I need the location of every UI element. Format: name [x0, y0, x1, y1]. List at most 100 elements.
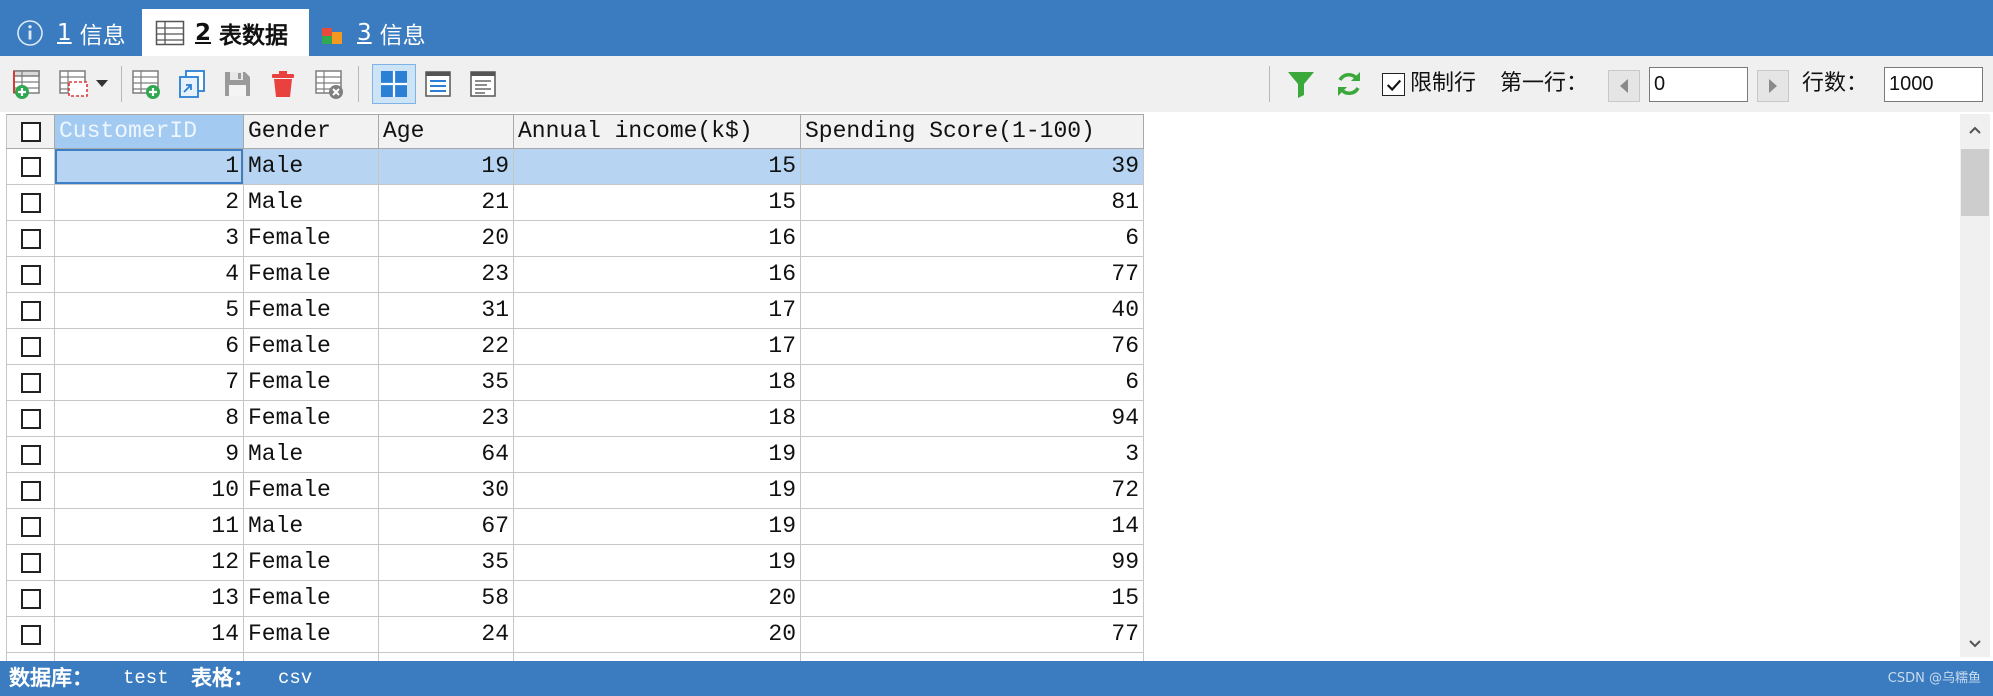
- first-row-decrement-button[interactable]: [1608, 70, 1640, 102]
- table-cell-age[interactable]: 67: [379, 509, 514, 545]
- table-cell-spending-score-1-100[interactable]: 72: [801, 473, 1144, 509]
- table-cell-spending-score-1-100[interactable]: 6: [801, 365, 1144, 401]
- row-checkbox[interactable]: [20, 336, 41, 357]
- table-row[interactable]: 14 Female 24 20 77: [6, 617, 1144, 653]
- delete-button[interactable]: [266, 67, 300, 101]
- table-cell-spending-score-1-100[interactable]: 81: [801, 185, 1144, 221]
- scroll-up-icon[interactable]: [1967, 122, 1983, 138]
- table-cell-spending-score-1-100[interactable]: 39: [801, 149, 1144, 185]
- row-checkbox[interactable]: [20, 156, 41, 177]
- table-cell-spending-score-1-100[interactable]: 3: [801, 437, 1144, 473]
- table-cell-gender[interactable]: Male: [244, 509, 379, 545]
- table-row[interactable]: 8 Female 23 18 94: [6, 401, 1144, 437]
- table-cell-gender[interactable]: [244, 653, 379, 661]
- table-cell-annual-income-k[interactable]: 19: [514, 437, 801, 473]
- table-cell-customerid[interactable]: 13: [55, 581, 244, 617]
- table-cell-annual-income-k[interactable]: 20: [514, 581, 801, 617]
- table-cell-annual-income-k[interactable]: 15: [514, 149, 801, 185]
- table-row[interactable]: 13 Female 58 20 15: [6, 581, 1144, 617]
- table-cell-customerid[interactable]: 12: [55, 545, 244, 581]
- row-checkbox[interactable]: [20, 228, 41, 249]
- table-cell-customerid[interactable]: [55, 653, 244, 661]
- row-checkbox[interactable]: [20, 192, 41, 213]
- row-checkbox[interactable]: [20, 372, 41, 393]
- row-checkbox[interactable]: [20, 552, 41, 573]
- table-cell-age[interactable]: 22: [379, 329, 514, 365]
- table-row[interactable]: 3 Female 20 16 6: [6, 221, 1144, 257]
- table-cell-age[interactable]: 30: [379, 473, 514, 509]
- row-checkbox[interactable]: [20, 264, 41, 285]
- table-row[interactable]: 7 Female 35 18 6: [6, 365, 1144, 401]
- row-count-input[interactable]: [1884, 67, 1983, 102]
- table-cell-annual-income-k[interactable]: [514, 653, 801, 661]
- table-cell-gender[interactable]: Female: [244, 401, 379, 437]
- table-row[interactable]: 5 Female 31 17 40: [6, 293, 1144, 329]
- limit-rows-checkbox[interactable]: [1382, 73, 1405, 96]
- table-cell-customerid[interactable]: 2: [55, 185, 244, 221]
- column-header-customerid[interactable]: CustomerID: [55, 114, 244, 149]
- table-cell-customerid[interactable]: 9: [55, 437, 244, 473]
- table-cell-customerid[interactable]: 3: [55, 221, 244, 257]
- table-cell-age[interactable]: 21: [379, 185, 514, 221]
- filter-button[interactable]: [1284, 67, 1318, 101]
- table-cell-customerid[interactable]: 4: [55, 257, 244, 293]
- vertical-scrollbar[interactable]: [1960, 114, 1990, 657]
- column-header-annual-income-k[interactable]: Annual income(k$): [514, 114, 801, 149]
- table-cell-age[interactable]: 23: [379, 401, 514, 437]
- table-cell-age[interactable]: 58: [379, 581, 514, 617]
- select-records-dropdown[interactable]: [56, 67, 114, 101]
- table-cell-gender[interactable]: Male: [244, 437, 379, 473]
- table-cell-spending-score-1-100[interactable]: 94: [801, 401, 1144, 437]
- row-checkbox[interactable]: [20, 408, 41, 429]
- table-cell-customerid[interactable]: 14: [55, 617, 244, 653]
- table-cell-annual-income-k[interactable]: 17: [514, 329, 801, 365]
- column-header-spending-score-1-100[interactable]: Spending Score(1-100): [801, 114, 1144, 149]
- table-cell-annual-income-k[interactable]: 18: [514, 365, 801, 401]
- tab-info-3[interactable]: 3 信息: [318, 9, 433, 56]
- table-cell-spending-score-1-100[interactable]: 77: [801, 257, 1144, 293]
- table-cell-gender[interactable]: Female: [244, 257, 379, 293]
- table-cell-gender[interactable]: Female: [244, 221, 379, 257]
- table-row[interactable]: 9 Male 64 19 3: [6, 437, 1144, 473]
- table-cell-spending-score-1-100[interactable]: 15: [801, 581, 1144, 617]
- table-cell-spending-score-1-100[interactable]: [801, 653, 1144, 661]
- table-cell-gender[interactable]: Female: [244, 581, 379, 617]
- row-checkbox[interactable]: [20, 480, 41, 501]
- scroll-down-icon[interactable]: [1967, 636, 1983, 652]
- row-checkbox[interactable]: [20, 516, 41, 537]
- table-cell-gender[interactable]: Female: [244, 365, 379, 401]
- table-cell-annual-income-k[interactable]: 20: [514, 617, 801, 653]
- table-row[interactable]: 6 Female 22 17 76: [6, 329, 1144, 365]
- table-cell-age[interactable]: 20: [379, 221, 514, 257]
- table-row-partial[interactable]: [6, 653, 1144, 661]
- table-cell-customerid[interactable]: 8: [55, 401, 244, 437]
- select-all-checkbox[interactable]: [20, 121, 41, 142]
- table-cell-spending-score-1-100[interactable]: 77: [801, 617, 1144, 653]
- table-cell-gender[interactable]: Female: [244, 545, 379, 581]
- text-view-button[interactable]: [466, 67, 500, 101]
- table-cell-age[interactable]: 23: [379, 257, 514, 293]
- table-cell-spending-score-1-100[interactable]: 40: [801, 293, 1144, 329]
- table-cell-age[interactable]: 24: [379, 617, 514, 653]
- insert-record-button[interactable]: [129, 67, 163, 101]
- table-cell-gender[interactable]: Male: [244, 149, 379, 185]
- save-button[interactable]: [220, 67, 254, 101]
- table-cell-customerid[interactable]: 5: [55, 293, 244, 329]
- table-cell-customerid[interactable]: 7: [55, 365, 244, 401]
- table-cell-customerid[interactable]: 10: [55, 473, 244, 509]
- table-cell-gender[interactable]: Male: [244, 185, 379, 221]
- table-cell-spending-score-1-100[interactable]: 99: [801, 545, 1144, 581]
- duplicate-record-button[interactable]: [175, 67, 209, 101]
- table-row[interactable]: 1 Male 19 15 39: [6, 149, 1144, 185]
- table-cell-spending-score-1-100[interactable]: 76: [801, 329, 1144, 365]
- first-row-increment-button[interactable]: [1757, 70, 1789, 102]
- row-checkbox[interactable]: [20, 624, 41, 645]
- table-cell-gender[interactable]: Female: [244, 617, 379, 653]
- table-cell-annual-income-k[interactable]: 17: [514, 293, 801, 329]
- table-cell-customerid[interactable]: 11: [55, 509, 244, 545]
- table-cell-age[interactable]: [379, 653, 514, 661]
- table-cell-gender[interactable]: Female: [244, 329, 379, 365]
- table-cell-age[interactable]: 31: [379, 293, 514, 329]
- row-checkbox[interactable]: [20, 444, 41, 465]
- table-cell-age[interactable]: 35: [379, 365, 514, 401]
